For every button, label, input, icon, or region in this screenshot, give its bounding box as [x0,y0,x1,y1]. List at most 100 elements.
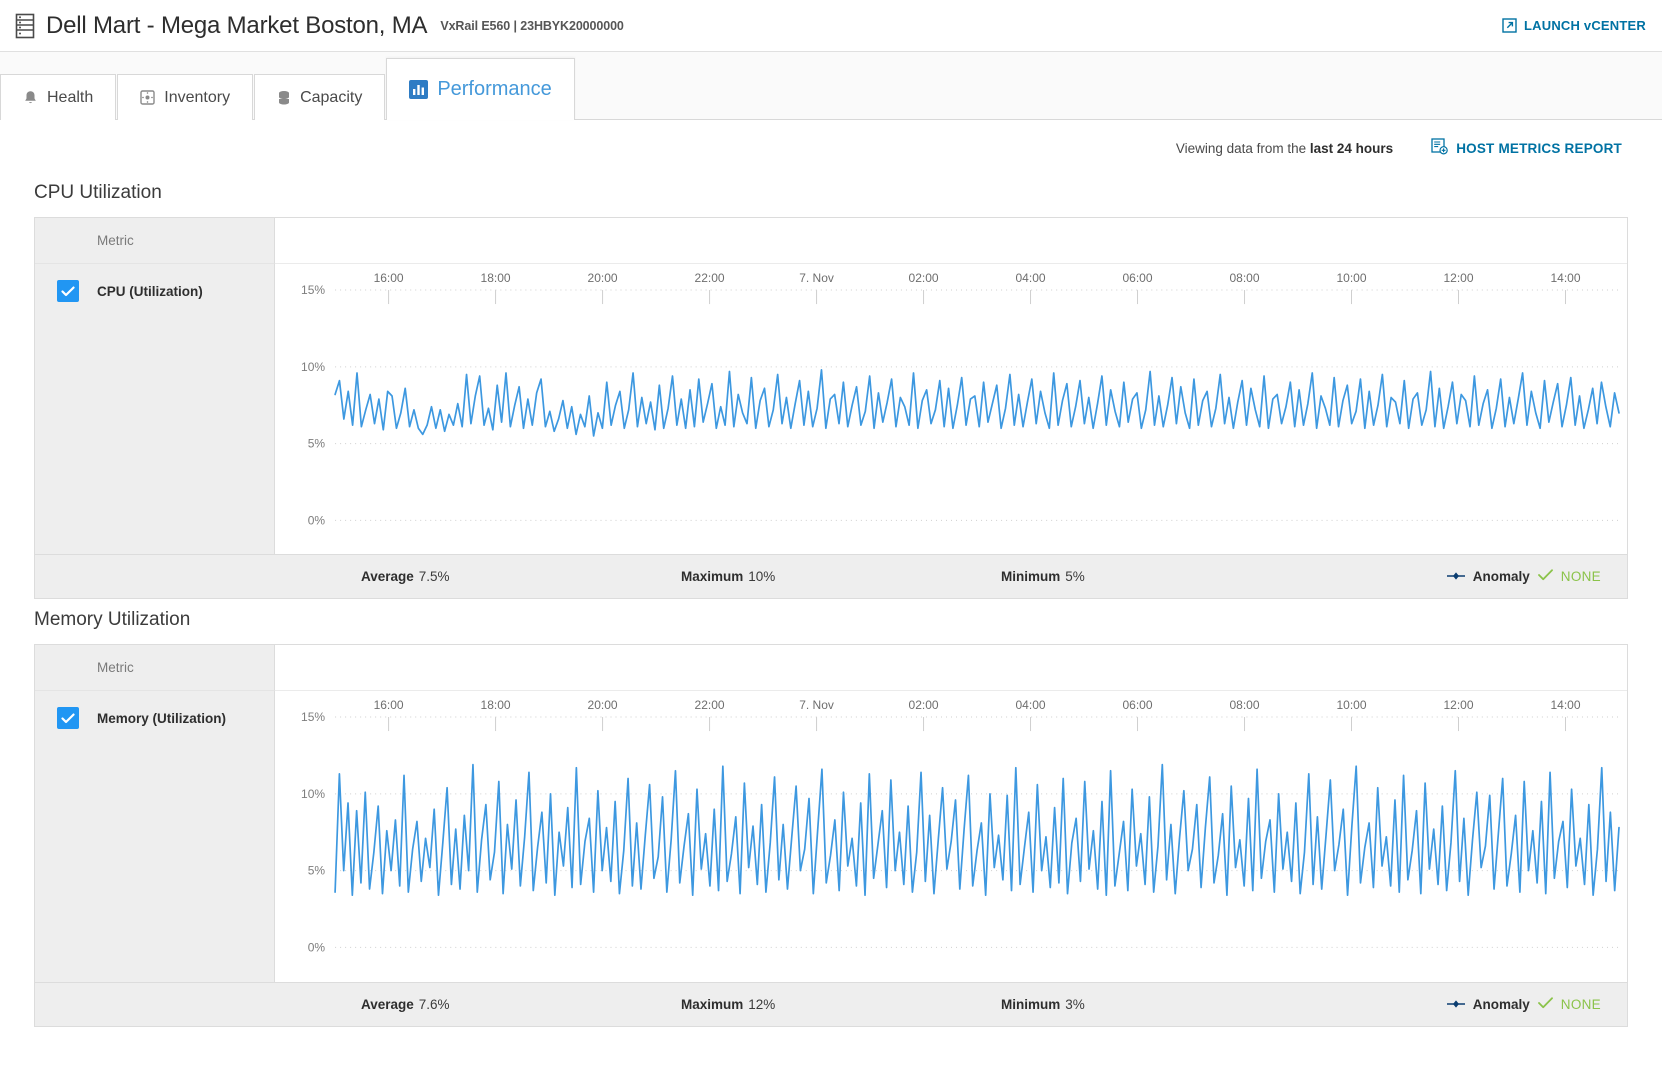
memory-minimum-label: Minimum [1001,996,1061,1012]
launch-vcenter-label: LAUNCH vCENTER [1524,18,1646,33]
report-document-icon [1431,138,1448,158]
memory-average-label: Average [361,996,414,1012]
memory-anomaly-label: Anomaly [1472,996,1530,1012]
memory-anomaly-status: Anomaly NONE [1446,996,1601,1012]
memory-metric-row[interactable]: Memory (Utilization) [35,707,274,730]
cpu-chart-header-spacer [275,218,1627,264]
svg-text:20:00: 20:00 [588,698,618,712]
svg-text:22:00: 22:00 [695,271,725,285]
cpu-metric-row[interactable]: CPU (Utilization) [35,280,274,302]
bell-icon [23,90,38,106]
memory-stats-row: Average 7.6% Maximum 12% Minimum 3% Anoma [35,981,1627,1026]
cpu-section-title: CPU Utilization [34,182,162,203]
cpu-utilization-card: Metric CPU (Utilization) 0% 5% 10% 15% 16:00… [34,217,1628,600]
cpu-anomaly-value: NONE [1560,569,1601,585]
tab-health[interactable]: Health [0,74,117,120]
svg-text:7. Nov: 7. Nov [799,698,834,712]
svg-text:02:00: 02:00 [909,271,939,285]
svg-text:04:00: 04:00 [1016,698,1046,712]
tab-performance[interactable]: Performance [386,58,575,120]
memory-anomaly-value: NONE [1560,996,1601,1012]
performance-content: Viewing data from the last 24 hours HOST… [0,120,1662,1027]
appliance-model-serial: VxRail E560 | 23HBYK20000000 [440,18,624,33]
memory-minimum-stat: Minimum 3% [1001,997,1447,1012]
tab-capacity[interactable]: Capacity [254,74,386,120]
cpu-maximum-label: Maximum [681,569,744,585]
svg-text:12:00: 12:00 [1443,698,1473,712]
svg-text:14:00: 14:00 [1550,271,1580,285]
tab-inventory[interactable]: Inventory [117,74,254,120]
svg-text:02:00: 02:00 [909,698,939,712]
cpu-chart[interactable]: 0% 5% 10% 15% 16:00 18:00 20:00 22:00 7. Nov 02:0… [275,264,1627,555]
svg-text:08:00: 08:00 [1230,698,1260,712]
svg-text:20:00: 20:00 [588,271,618,285]
viewing-range-text: Viewing data from the last 24 hours [1176,141,1393,156]
memory-utilization-card: Metric Memory (Utilization) 0% 5% 10% 15% 16… [34,644,1628,1027]
svg-text:10:00: 10:00 [1336,271,1366,285]
memory-section-title: Memory Utilization [34,609,191,631]
memory-maximum-stat: Maximum 12% [681,997,1001,1012]
cpu-maximum-value: 10% [748,569,776,585]
viewing-prefix: Viewing data from the [1175,140,1310,156]
tab-inventory-label: Inventory [164,88,231,106]
bar-chart-icon [409,80,429,99]
memory-chart-header-spacer [275,645,1627,692]
anomaly-marker-icon [1446,569,1465,584]
memory-minimum-value: 3% [1065,996,1085,1012]
svg-text:10%: 10% [301,360,325,374]
host-metrics-report-button[interactable]: HOST METRICS REPORT [1431,138,1622,158]
svg-text:04:00: 04:00 [1016,271,1046,285]
svg-text:22:00: 22:00 [695,698,725,712]
anomaly-marker-icon [1446,997,1465,1012]
tab-health-label: Health [47,88,94,106]
svg-text:10%: 10% [301,787,325,801]
svg-text:10:00: 10:00 [1336,698,1366,712]
database-icon [277,90,291,106]
svg-text:0%: 0% [308,513,326,527]
cpu-minimum-label: Minimum [1001,569,1061,585]
cpu-metric-checkbox[interactable] [57,280,79,302]
check-icon [1537,569,1553,584]
memory-metric-label: Memory (Utilization) [97,710,227,726]
sub-toolbar: Viewing data from the last 24 hours HOST… [34,120,1628,176]
cpu-average-label: Average [361,569,414,585]
page-title: Dell Mart - Mega Market Boston, MA [46,11,428,39]
memory-metric-column-header: Metric [35,645,275,692]
memory-average-stat: Average 7.6% [361,997,681,1012]
cpu-minimum-stat: Minimum 5% [1001,569,1447,584]
svg-text:14:00: 14:00 [1550,698,1580,712]
cpu-chart-svg: 0% 5% 10% 15% 16:00 18:00 20:00 22:00 7. Nov 02:0… [301,271,1627,527]
memory-metric-list: Memory (Utilization) [35,691,275,982]
svg-text:16:00: 16:00 [374,698,404,712]
svg-text:5%: 5% [308,437,326,451]
svg-text:16:00: 16:00 [374,271,404,285]
launch-vcenter-button[interactable]: LAUNCH vCENTER [1502,18,1646,33]
cpu-anomaly-label: Anomaly [1472,569,1530,585]
inventory-box-icon [140,90,155,105]
app-header: Dell Mart - Mega Market Boston, MA VxRai… [0,0,1662,52]
svg-text:0%: 0% [308,941,326,955]
memory-chart-svg: 0% 5% 10% 15% 16:00 18:00 20:00 22:00 7. Nov 02:0… [301,698,1627,955]
svg-text:06:00: 06:00 [1123,698,1153,712]
tab-performance-label: Performance [437,78,552,100]
cpu-average-stat: Average 7.5% [361,569,681,584]
cpu-average-value: 7.5% [418,569,450,585]
memory-metric-checkbox[interactable] [57,707,79,730]
svg-text:12:00: 12:00 [1443,271,1473,285]
cpu-metric-column-header: Metric [35,218,275,264]
viewing-range-value: last 24 hours [1309,140,1394,156]
cpu-minimum-value: 5% [1065,569,1085,585]
memory-maximum-value: 12% [748,996,776,1012]
svg-text:08:00: 08:00 [1230,271,1260,285]
cpu-stats-row: Average 7.5% Maximum 10% Minimum 5% Anoma [35,554,1627,599]
cpu-anomaly-status: Anomaly NONE [1446,569,1601,585]
svg-text:18:00: 18:00 [481,271,511,285]
svg-text:06:00: 06:00 [1123,271,1153,285]
cpu-maximum-stat: Maximum 10% [681,569,1001,584]
svg-text:15%: 15% [301,710,325,724]
svg-text:7. Nov: 7. Nov [799,271,834,285]
tab-bar: Health Inventory Capacity Performance [0,52,1662,120]
server-rack-icon [14,13,36,39]
memory-chart[interactable]: 0% 5% 10% 15% 16:00 18:00 20:00 22:00 7. Nov 02:0… [275,691,1627,982]
external-link-icon [1502,18,1517,33]
